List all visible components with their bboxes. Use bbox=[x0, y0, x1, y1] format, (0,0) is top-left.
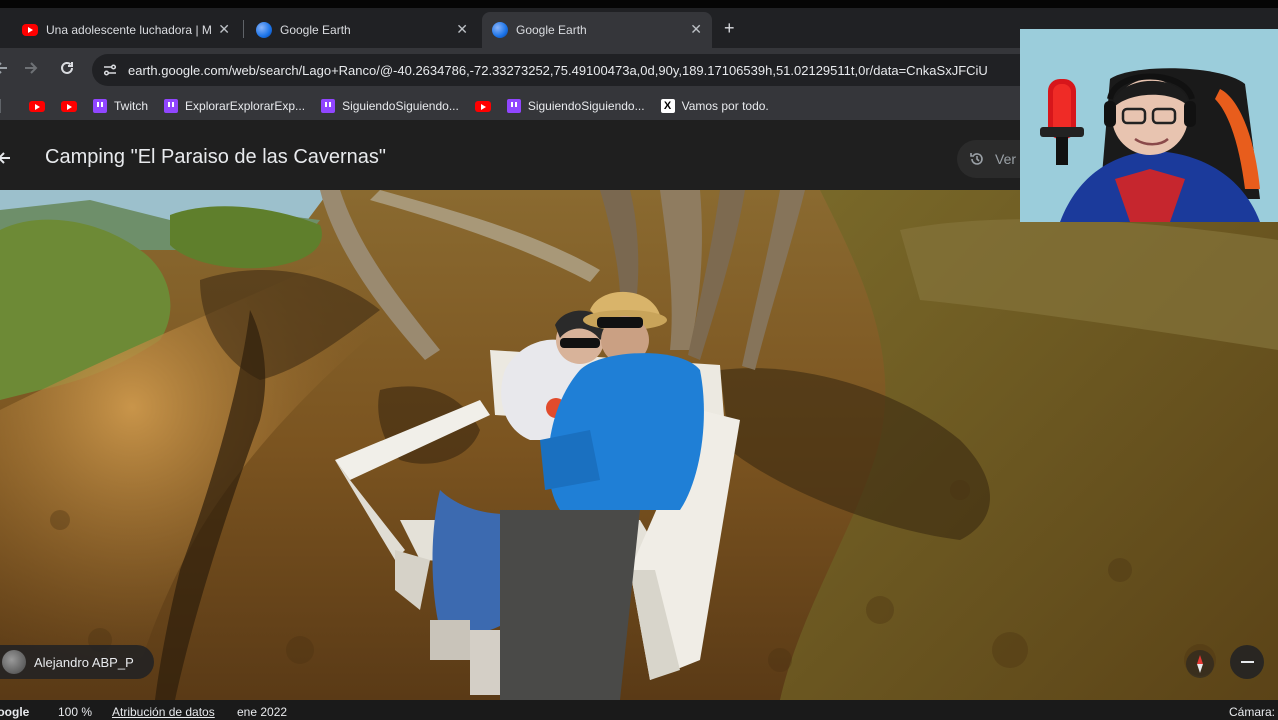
imagery-date: ene 2022 bbox=[237, 705, 288, 719]
tab-title: Google Earth bbox=[280, 23, 351, 37]
bookmark-siguiendo[interactable]: SiguiendoSiguiendo... bbox=[321, 99, 459, 113]
zoom-out-button[interactable] bbox=[1230, 645, 1264, 679]
avatar bbox=[2, 650, 26, 674]
bookmark-label: SiguiendoSiguiendo... bbox=[342, 99, 459, 113]
twitch-icon bbox=[164, 99, 179, 113]
globe-icon bbox=[256, 22, 272, 38]
street-view-photo[interactable] bbox=[0, 190, 1278, 700]
bookmark-label: Vamos por todo. bbox=[681, 99, 769, 113]
zoom-level[interactable]: 100 % bbox=[58, 705, 92, 719]
camera-readout: Cámara: bbox=[1229, 705, 1276, 719]
youtube-bookmark-icon[interactable] bbox=[29, 100, 45, 112]
youtube-bookmark-icon[interactable] bbox=[61, 100, 77, 112]
twitch-icon bbox=[506, 99, 521, 113]
window-top-edge bbox=[0, 0, 1278, 8]
tab-youtube[interactable]: Una adolescente luchadora | M ✕ bbox=[0, 12, 240, 48]
address-bar[interactable]: earth.google.com/web/search/Lago+Ranco/@… bbox=[92, 54, 1092, 86]
status-bar: Google 100 % Atribución de datos ene 202… bbox=[0, 700, 1278, 720]
page-title: Camping "El Paraiso de las Cavernas" bbox=[45, 146, 387, 168]
new-tab-button[interactable]: + bbox=[724, 18, 735, 39]
google-logo: Google bbox=[0, 705, 30, 719]
back-icon[interactable] bbox=[0, 60, 8, 81]
bookmark-siguiendo-2[interactable]: SiguiendoSiguiendo... bbox=[506, 99, 645, 113]
tab-title: Una adolescente luchadora | M bbox=[46, 23, 211, 37]
close-tab-icon[interactable]: ✕ bbox=[690, 21, 702, 37]
twitch-icon bbox=[321, 99, 336, 113]
history-label: Ver bbox=[995, 151, 1017, 167]
author-name: Alejandro ABP_P bbox=[34, 654, 134, 670]
x-logo-icon: X bbox=[660, 99, 675, 113]
close-tab-icon[interactable]: ✕ bbox=[456, 21, 468, 37]
reload-icon[interactable] bbox=[59, 60, 75, 81]
bookmark-explorar[interactable]: ExplorarExplorarExp... bbox=[164, 99, 305, 113]
data-attribution-link[interactable]: Atribución de datos bbox=[112, 705, 215, 719]
bookmark-label: SiguiendoSiguiendo... bbox=[527, 99, 645, 113]
bookmark-vamos-por-todo[interactable]: X Vamos por todo. bbox=[660, 99, 769, 113]
tab-google-earth[interactable]: Google Earth ✕ bbox=[246, 12, 478, 48]
youtube-icon bbox=[22, 24, 38, 36]
webcam-overlay bbox=[1020, 29, 1278, 222]
tab-separator bbox=[243, 20, 244, 38]
url-text[interactable]: earth.google.com/web/search/Lago+Ranco/@… bbox=[128, 63, 1028, 78]
youtube-bookmark-icon[interactable] bbox=[474, 100, 491, 112]
bookmark-twitch[interactable]: Twitch bbox=[93, 99, 148, 113]
tab-title: Google Earth bbox=[516, 23, 587, 37]
bookmark-label: ExplorarExplorarExp... bbox=[185, 99, 306, 113]
tab-google-earth-active[interactable]: Google Earth ✕ bbox=[482, 12, 712, 48]
bookmark-label: Twitch bbox=[114, 99, 149, 113]
bookmarks-divider bbox=[0, 99, 1, 113]
history-icon bbox=[970, 153, 983, 165]
twitch-icon bbox=[93, 99, 107, 113]
globe-icon bbox=[492, 22, 508, 38]
close-tab-icon[interactable]: ✕ bbox=[218, 21, 230, 37]
site-settings-icon[interactable] bbox=[102, 62, 118, 78]
back-arrow-icon[interactable] bbox=[0, 146, 12, 170]
minus-icon bbox=[1240, 661, 1254, 663]
photo-author-chip[interactable]: Alejandro ABP_P bbox=[0, 645, 154, 679]
compass-icon[interactable] bbox=[1186, 650, 1214, 678]
forward-icon[interactable] bbox=[24, 60, 38, 81]
